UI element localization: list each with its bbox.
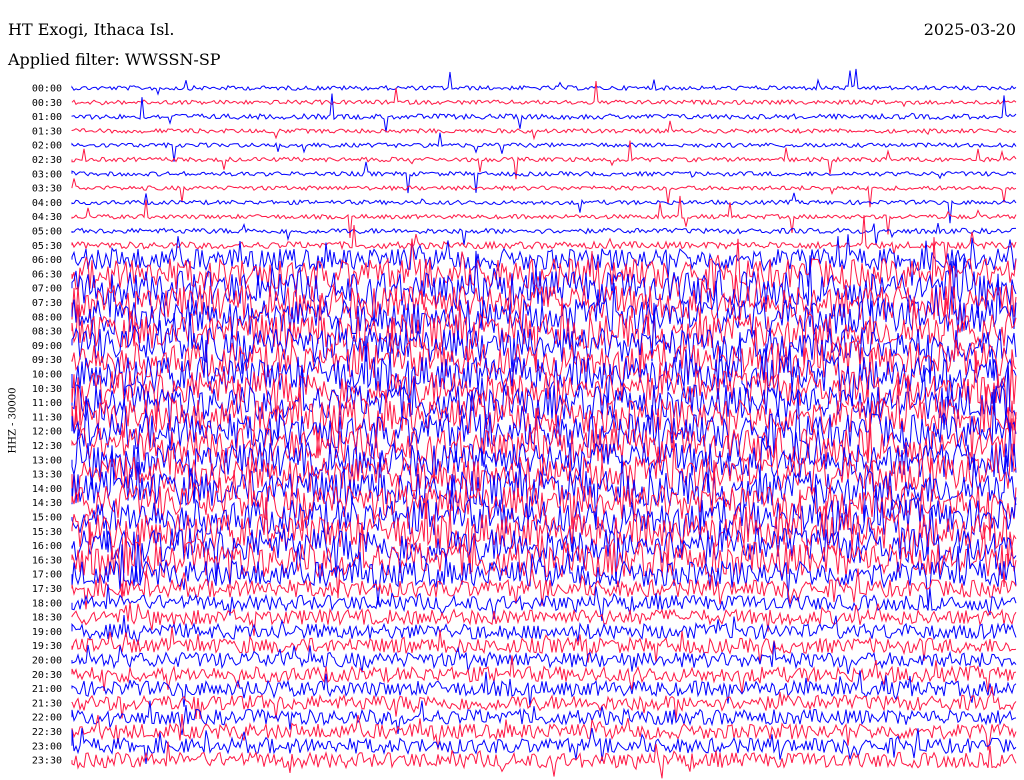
tick-label-1000: 10:00 — [32, 370, 62, 381]
tick-label-0500: 05:00 — [32, 227, 62, 238]
tick-label-2000: 20:00 — [32, 656, 62, 667]
row-tick-labels: 00:00 00:30 01:00 01:30 02:00 02:30 03:00 03:30… — [32, 84, 62, 767]
tick-label-0430: 04:30 — [32, 212, 62, 223]
tick-label-2300: 23:00 — [32, 741, 62, 752]
trace-0130 — [71, 120, 1017, 141]
trace-0000 — [71, 68, 1017, 96]
tick-label-2230: 22:30 — [32, 727, 62, 738]
tick-label-1500: 15:00 — [32, 513, 62, 524]
tick-label-1200: 12:00 — [32, 427, 62, 438]
tick-label-1930: 19:30 — [32, 641, 62, 652]
tick-label-0930: 09:30 — [32, 355, 62, 366]
tick-label-1100: 11:00 — [32, 398, 62, 409]
tick-label-0330: 03:30 — [32, 184, 62, 195]
tick-label-0800: 08:00 — [32, 312, 62, 323]
trace-0030 — [71, 81, 1017, 108]
tick-label-0530: 05:30 — [32, 241, 62, 252]
tick-label-0100: 01:00 — [32, 112, 62, 123]
tick-label-0000: 00:00 — [32, 84, 62, 95]
tick-label-0300: 03:00 — [32, 169, 62, 180]
tick-label-2130: 21:30 — [32, 698, 62, 709]
trace-0230 — [71, 140, 1017, 180]
tick-label-0900: 09:00 — [32, 341, 62, 352]
tick-label-1630: 16:30 — [32, 555, 62, 566]
tick-label-1900: 19:00 — [32, 627, 62, 638]
tick-label-0730: 07:30 — [32, 298, 62, 309]
tick-label-0030: 00:30 — [32, 98, 62, 109]
trace-0400 — [71, 192, 1017, 224]
tick-label-2330: 23:30 — [32, 756, 62, 767]
tick-label-1230: 12:30 — [32, 441, 62, 452]
trace-2100 — [71, 670, 1017, 708]
trace-0500 — [71, 223, 1016, 246]
tick-label-1700: 17:00 — [32, 570, 62, 581]
tick-label-0130: 01:30 — [32, 126, 62, 137]
tick-label-0600: 06:00 — [32, 255, 62, 266]
tick-label-1400: 14:00 — [32, 484, 62, 495]
tick-label-1600: 16:00 — [32, 541, 62, 552]
trace-2030 — [71, 655, 1017, 693]
tick-label-0400: 04:00 — [32, 198, 62, 209]
tick-label-1430: 14:30 — [32, 498, 62, 509]
tick-label-1830: 18:30 — [32, 613, 62, 624]
trace-0300 — [71, 161, 1017, 194]
tick-label-1130: 11:30 — [32, 412, 62, 423]
trace-0100 — [71, 93, 1017, 133]
tick-label-2100: 21:00 — [32, 684, 62, 695]
trace-group — [71, 68, 1017, 779]
tick-label-1330: 13:30 — [32, 470, 62, 481]
trace-1100 — [71, 362, 1017, 441]
tick-label-1800: 18:00 — [32, 598, 62, 609]
tick-label-1530: 15:30 — [32, 527, 62, 538]
helicorder-plot: 00:00 00:30 01:00 01:30 02:00 02:30 03:00 03:30… — [32, 68, 1017, 779]
tick-label-1300: 13:00 — [32, 455, 62, 466]
tick-label-0630: 06:30 — [32, 269, 62, 280]
tick-label-0200: 02:00 — [32, 141, 62, 152]
tick-label-1730: 17:30 — [32, 584, 62, 595]
tick-label-2030: 20:30 — [32, 670, 62, 681]
tick-label-2200: 22:00 — [32, 713, 62, 724]
tick-label-0230: 02:30 — [32, 155, 62, 166]
tick-label-1030: 10:30 — [32, 384, 62, 395]
tick-label-0700: 07:00 — [32, 284, 62, 295]
tick-label-0830: 08:30 — [32, 327, 62, 338]
